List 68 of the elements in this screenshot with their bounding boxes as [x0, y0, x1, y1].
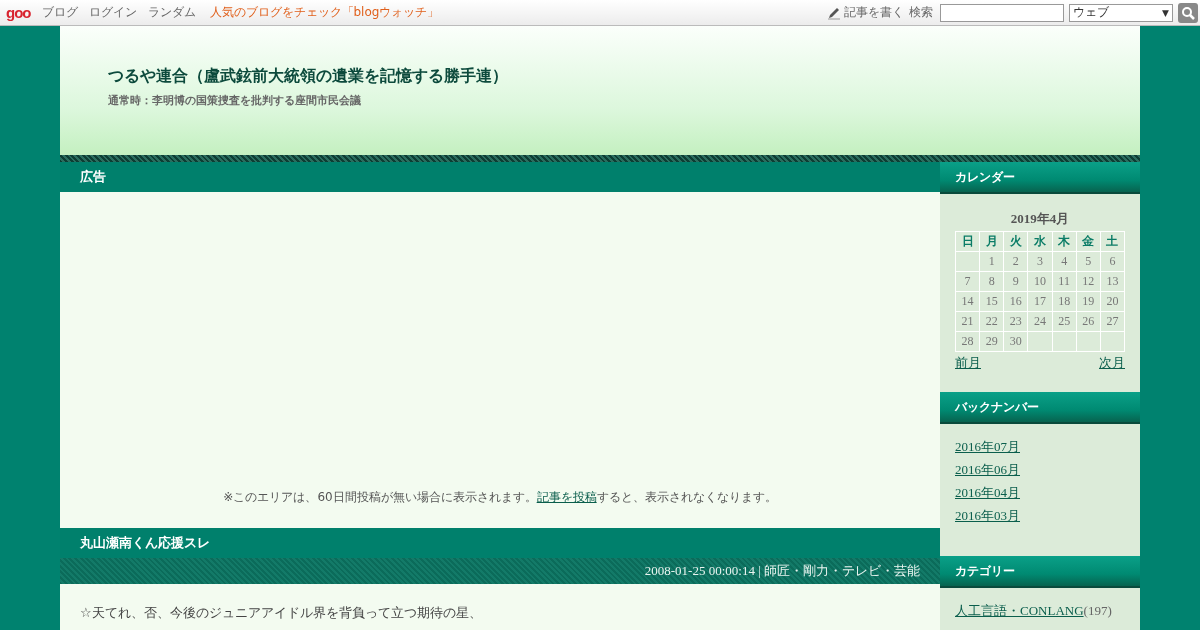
calendar-day: 29	[985, 334, 998, 348]
calendar-day: 26	[1082, 314, 1095, 328]
section-heading: 広告	[60, 162, 940, 192]
post-body: ☆天てれ、否、今後のジュニアアイドル界を背負って立つ期待の星、	[79, 604, 483, 622]
archive-link[interactable]: 2016年07月	[955, 438, 1125, 455]
weekday-header: 日	[955, 231, 980, 252]
calendar-day: 13	[1106, 274, 1119, 288]
archive-link[interactable]: 2016年03月	[955, 507, 1125, 524]
calendar-month: 2019年4月	[1009, 210, 1071, 228]
calendar-day: 23	[1009, 314, 1022, 328]
calendar-day: 1	[988, 254, 995, 268]
blog-subtitle: 通常時：李明博の国策捜査を批判する座間市民会議	[108, 93, 362, 108]
calendar-day: 16	[1009, 294, 1022, 308]
search-button[interactable]	[1178, 2, 1198, 23]
post-title[interactable]: 丸山瀬南くん応援スレ	[60, 528, 940, 558]
sidebar-heading: カテゴリー	[940, 556, 1140, 588]
weekday-header: 月	[979, 231, 1004, 252]
calendar-day: 4	[1061, 254, 1068, 268]
archive-link[interactable]: 2016年06月	[955, 461, 1125, 478]
archive-link[interactable]: 2016年04月	[955, 484, 1125, 501]
weekday-header: 金	[1076, 231, 1101, 252]
calendar-day: 5	[1085, 254, 1092, 268]
calendar-day: 17	[1034, 294, 1046, 308]
prev-month-link[interactable]: 前月	[955, 354, 981, 372]
calendar-day: 3	[1037, 254, 1043, 268]
search-scope-select[interactable]: ウェブ ▼	[1069, 3, 1173, 22]
calendar-day: 25	[1058, 314, 1071, 328]
nav-link[interactable]: ログイン	[88, 4, 137, 21]
sidebar-heading: バックナンバー	[940, 392, 1140, 424]
logo[interactable]: goo	[6, 4, 31, 21]
calendar-day: 21	[961, 314, 974, 328]
calendar-day: 19	[1082, 294, 1095, 308]
calendar-day: 10	[1034, 274, 1046, 288]
sidebar-heading: カレンダー	[940, 162, 1140, 194]
promo-link[interactable]: 人気のブログをチェック「blogウォッチ」	[209, 4, 440, 21]
post-article-link[interactable]: 記事を投稿	[536, 490, 597, 504]
calendar-day: 2	[1012, 254, 1019, 268]
calendar-day: 11	[1058, 274, 1070, 288]
category-count: (197)	[1083, 603, 1112, 618]
calendar-day: 12	[1082, 274, 1095, 288]
ad-notice: ※このエリアは、60日間投稿が無い場合に表示されます。記事を投稿すると、表示されなくなります。	[223, 489, 777, 506]
weekday-header: 土	[1100, 231, 1125, 252]
category-link[interactable]: 人工言語・CONLANG	[955, 603, 1084, 618]
write-link[interactable]: 記事を書く	[844, 4, 904, 21]
calendar-day: 7	[964, 274, 971, 288]
search-field[interactable]	[940, 3, 1064, 22]
calendar-day: 14	[961, 294, 974, 308]
calendar-day: 30	[1009, 334, 1022, 348]
weekday-header: 木	[1052, 231, 1077, 252]
post-meta: 2008-01-25 00:00:14 | 師匠・剛力・テレビ・芸能	[60, 558, 940, 584]
blog-title[interactable]: つるや連合（盧武鉉前大統領の遺業を記憶する勝手連）	[108, 66, 1140, 87]
calendar-day: 15	[985, 294, 998, 308]
next-month-link[interactable]: 次月	[1099, 354, 1125, 372]
calendar-day: 24	[1034, 314, 1046, 328]
search-label: 検索	[909, 4, 933, 21]
weekday-header: 火	[1003, 231, 1028, 252]
nav-link[interactable]: ブログ	[41, 4, 78, 21]
calendar-day: 9	[1012, 274, 1019, 288]
nav-link[interactable]: ランダム	[147, 4, 196, 21]
calendar-day: 20	[1106, 294, 1119, 308]
calendar-day: 27	[1106, 314, 1119, 328]
calendar-day: 28	[961, 334, 974, 348]
calendar-day: 22	[985, 314, 998, 328]
weekday-header: 水	[1027, 231, 1053, 252]
calendar-day: 6	[1109, 254, 1116, 268]
pencil-icon	[827, 5, 841, 20]
calendar-day: 18	[1058, 294, 1071, 308]
calendar-day: 8	[988, 274, 995, 288]
